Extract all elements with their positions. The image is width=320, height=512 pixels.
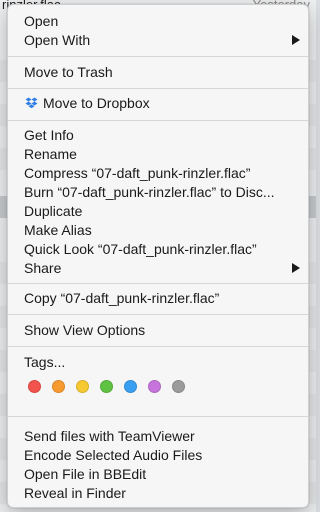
menu-item-label: Rename: [24, 146, 77, 162]
menu-item-tags[interactable]: Tags...: [8, 353, 308, 372]
menu-item-label: Get Info: [24, 127, 74, 143]
tag-blue[interactable]: [124, 380, 137, 393]
menu-item-rename[interactable]: Rename: [8, 145, 308, 164]
menu-item-encode-audio[interactable]: Encode Selected Audio Files: [8, 446, 308, 465]
menu-item-show-view-options[interactable]: Show View Options: [8, 321, 308, 340]
menu-item-label: Open: [24, 13, 59, 29]
menu-item-label: Duplicate: [24, 203, 83, 219]
menu-separator: [8, 314, 308, 315]
menu-item-label: Send files with TeamViewer: [24, 428, 195, 444]
menu-item-duplicate[interactable]: Duplicate: [8, 202, 308, 221]
menu-separator: [8, 416, 308, 417]
menu-separator: [8, 120, 308, 121]
menu-item-move-to-dropbox[interactable]: Move to Dropbox: [8, 94, 308, 113]
chevron-right-icon: [292, 35, 300, 45]
menu-item-copy[interactable]: Copy “07-daft_punk-rinzler.flac”: [8, 289, 308, 308]
tag-purple[interactable]: [148, 380, 161, 393]
menu-item-open[interactable]: Open: [8, 12, 308, 31]
menu-separator: [8, 346, 308, 347]
menu-item-open-bbedit[interactable]: Open File in BBEdit: [8, 465, 308, 484]
tag-gray[interactable]: [172, 380, 185, 393]
menu-item-label: Share: [24, 260, 62, 276]
menu-separator: [8, 56, 308, 57]
menu-item-label: Encode Selected Audio Files: [24, 447, 203, 463]
menu-item-reveal-finder[interactable]: Reveal in Finder: [8, 484, 308, 503]
menu-item-compress[interactable]: Compress “07-daft_punk-rinzler.flac”: [8, 164, 308, 183]
menu-item-label: Move to Dropbox: [43, 95, 150, 111]
menu-item-share[interactable]: Share: [8, 259, 308, 278]
menu-separator: [8, 283, 308, 284]
menu-item-label: Move to Trash: [24, 64, 113, 80]
menu-item-label: Reveal in Finder: [24, 485, 126, 501]
tag-yellow[interactable]: [76, 380, 89, 393]
menu-item-get-info[interactable]: Get Info: [8, 126, 308, 145]
menu-item-move-to-trash[interactable]: Move to Trash: [8, 63, 308, 82]
menu-item-send-teamviewer[interactable]: Send files with TeamViewer: [8, 427, 308, 446]
dropbox-icon: [25, 95, 38, 109]
menu-item-make-alias[interactable]: Make Alias: [8, 221, 308, 240]
menu-item-label: Burn “07-daft_punk-rinzler.flac” to Disc…: [24, 184, 275, 200]
menu-item-label: Copy “07-daft_punk-rinzler.flac”: [24, 290, 220, 306]
chevron-right-icon: [292, 263, 300, 273]
menu-item-label: Make Alias: [24, 222, 92, 238]
menu-item-burn[interactable]: Burn “07-daft_punk-rinzler.flac” to Disc…: [8, 183, 308, 202]
menu-item-label: Open File in BBEdit: [24, 466, 147, 482]
menu-item-label: Show View Options: [24, 322, 146, 338]
menu-item-label: Open With: [24, 32, 91, 48]
menu-item-quick-look[interactable]: Quick Look “07-daft_punk-rinzler.flac”: [8, 240, 308, 259]
tag-green[interactable]: [100, 380, 113, 393]
tag-red[interactable]: [28, 380, 41, 393]
context-menu: Open Open With Move to Trash Move to Dro…: [7, 4, 309, 508]
menu-item-label: Compress “07-daft_punk-rinzler.flac”: [24, 165, 251, 181]
menu-item-label: Quick Look “07-daft_punk-rinzler.flac”: [24, 241, 257, 257]
menu-item-open-with[interactable]: Open With: [8, 31, 308, 50]
menu-separator: [8, 88, 308, 89]
tag-orange[interactable]: [52, 380, 65, 393]
menu-item-label: Tags...: [24, 354, 66, 370]
